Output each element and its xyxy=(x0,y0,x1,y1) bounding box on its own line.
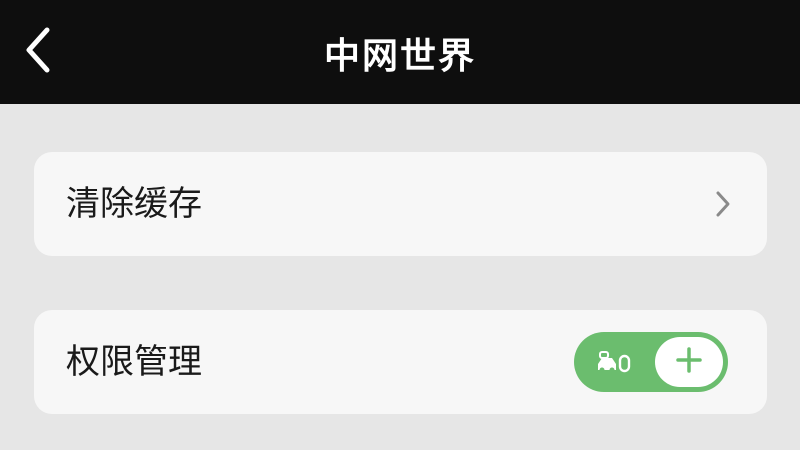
app-header: 中网世界 xyxy=(0,0,800,104)
clear-cache-row[interactable]: 清除缓存 xyxy=(34,152,767,256)
chevron-right-icon xyxy=(713,188,733,220)
page-title: 中网世界 xyxy=(323,36,476,77)
plus-icon xyxy=(675,346,703,378)
car-lock-icon xyxy=(596,350,632,374)
clear-cache-label: 清除缓存 xyxy=(66,184,202,224)
permission-toggle[interactable] xyxy=(574,332,728,392)
permission-management-row: 权限管理 xyxy=(34,310,767,414)
permission-management-label: 权限管理 xyxy=(66,342,202,382)
toggle-knob xyxy=(655,337,723,387)
